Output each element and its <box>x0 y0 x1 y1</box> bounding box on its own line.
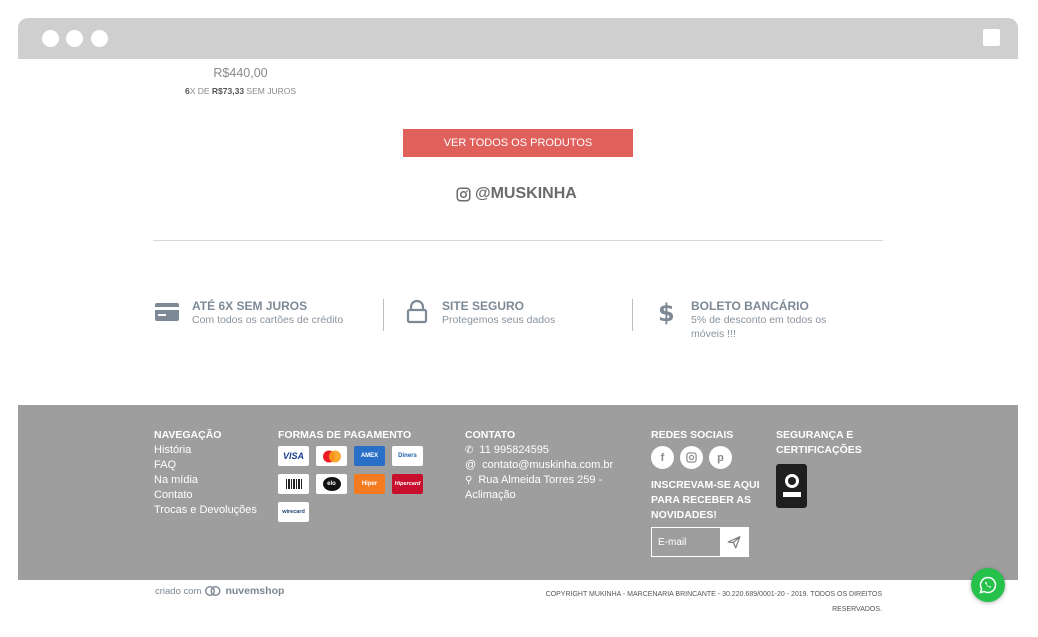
footer-social-title: REDES SOCIAIS <box>651 429 734 441</box>
security-seal-logo[interactable] <box>776 464 807 508</box>
footer-payment-title: FORMAS DE PAGAMENTO <box>278 429 412 441</box>
view-all-products-button[interactable]: VER TODOS OS PRODUTOS <box>403 129 633 157</box>
product-price: R$440,00 <box>213 66 268 80</box>
phone-icon: ✆ <box>465 445 474 456</box>
instagram-link[interactable]: @MUSKINHA <box>456 185 577 203</box>
feature-title: BOLETO BANCÁRIO <box>691 299 809 313</box>
at-icon: @ <box>465 459 477 471</box>
footer-contact-title: CONTATO <box>465 429 516 441</box>
lock-icon <box>406 299 428 324</box>
copyright-text: COPYRIGHT MUKINHA - MARCENARIA BRINCANTE… <box>545 591 882 613</box>
mastercard-logo <box>316 446 347 466</box>
dollar-icon: $ <box>658 299 675 325</box>
instagram-icon <box>456 187 471 201</box>
feature-boleto: $ BOLETO BANCÁRIO 5% de desconto em todo… <box>653 299 841 341</box>
product-installments: 6X DE R$73,33 SEM JUROS <box>184 86 297 96</box>
feature-subtitle: 5% de desconto em todos os móveis !!! <box>691 314 827 340</box>
feature-title: SITE SEGURO <box>442 299 525 313</box>
footer-phone[interactable]: ✆ 11 995824595 <box>465 443 615 458</box>
footer-contact: CONTATO ✆ 11 995824595 @ contato@muskinha.… <box>465 428 615 503</box>
footer-navigation: NAVEGAÇÃO História FAQ Na mídia Contato … <box>154 428 257 518</box>
social-buttons: f p <box>651 446 763 469</box>
diners-logo: Diners <box>392 446 423 466</box>
facebook-icon[interactable]: f <box>651 446 674 469</box>
instagram-handle: @MUSKINHA <box>475 185 577 202</box>
wirecard-logo: wirecard <box>278 502 309 522</box>
newsletter-title: INSCREVAM-SE AQUI PARA RECEBER AS NOVIDA… <box>651 479 760 521</box>
browser-title-bar <box>18 18 1018 59</box>
boleto-logo <box>278 474 309 494</box>
svg-text:$: $ <box>658 299 675 325</box>
credit-card-icon <box>155 303 179 321</box>
footer-security-title: SEGURANÇA E CERTIFICAÇÕES <box>776 429 862 456</box>
footer-link-contato[interactable]: Contato <box>154 488 257 503</box>
site-footer: NAVEGAÇÃO História FAQ Na mídia Contato … <box>18 405 1018 580</box>
page-content: R$440,00 6X DE R$73,33 SEM JUROS VER TOD… <box>18 59 1018 637</box>
window-dot-close[interactable] <box>42 30 59 47</box>
feature-title: ATÉ 6X SEM JUROS <box>192 299 308 313</box>
feature-separator <box>383 299 384 331</box>
newsletter-email-input[interactable] <box>652 528 720 556</box>
nuvemshop-logo-icon <box>205 585 221 597</box>
hipercard-logo: Hipercard <box>392 474 423 494</box>
send-icon <box>727 536 741 549</box>
newsletter-form <box>651 527 749 557</box>
nuvemshop-credit[interactable]: criado com nuvemshop <box>155 585 284 597</box>
payment-methods: VISA AMEX Diners elo Hiper Hipercard wir… <box>278 446 430 522</box>
whatsapp-button[interactable] <box>971 568 1005 602</box>
instagram-social-icon[interactable] <box>680 446 703 469</box>
footer-link-faq[interactable]: FAQ <box>154 458 257 473</box>
footer-email[interactable]: @ contato@muskinha.com.br <box>465 458 615 473</box>
whatsapp-icon <box>979 576 997 594</box>
elo-logo: elo <box>316 474 347 494</box>
feature-subtitle: Protegemos seus dados <box>442 314 556 326</box>
amex-logo: AMEX <box>354 446 385 466</box>
feature-separator <box>632 299 633 331</box>
footer-link-historia[interactable]: História <box>154 443 257 458</box>
footer-link-na-midia[interactable]: Na mídia <box>154 473 257 488</box>
map-pin-icon: ⚲ <box>465 475 473 486</box>
feature-subtitle: Com todos os cartões de crédito <box>192 314 344 326</box>
pinterest-icon[interactable]: p <box>709 446 732 469</box>
hiper-logo: Hiper <box>354 474 385 494</box>
footer-link-trocas[interactable]: Trocas e Devoluções <box>154 503 257 518</box>
footer-nav-title: NAVEGAÇÃO <box>154 429 222 441</box>
newsletter-submit-button[interactable] <box>720 528 748 556</box>
section-divider <box>153 240 883 241</box>
visa-logo: VISA <box>278 446 309 466</box>
footer-security: SEGURANÇA E CERTIFICAÇÕES <box>776 428 866 508</box>
bottom-bar: criado com nuvemshop COPYRIGHT MUKINHA -… <box>18 580 1018 637</box>
window-square-icon[interactable] <box>983 29 1000 46</box>
window-dot-maximize[interactable] <box>91 30 108 47</box>
window-dot-minimize[interactable] <box>66 30 83 47</box>
footer-social: REDES SOCIAIS f p INSCREVAM-SE AQUI PARA… <box>651 428 763 523</box>
footer-address: ⚲ Rua Almeida Torres 259 - Aclimação <box>465 474 603 501</box>
feature-secure-site: SITE SEGURO Protegemos seus dados <box>404 299 555 327</box>
feature-installments: ATÉ 6X SEM JUROS Com todos os cartões de… <box>154 299 343 327</box>
